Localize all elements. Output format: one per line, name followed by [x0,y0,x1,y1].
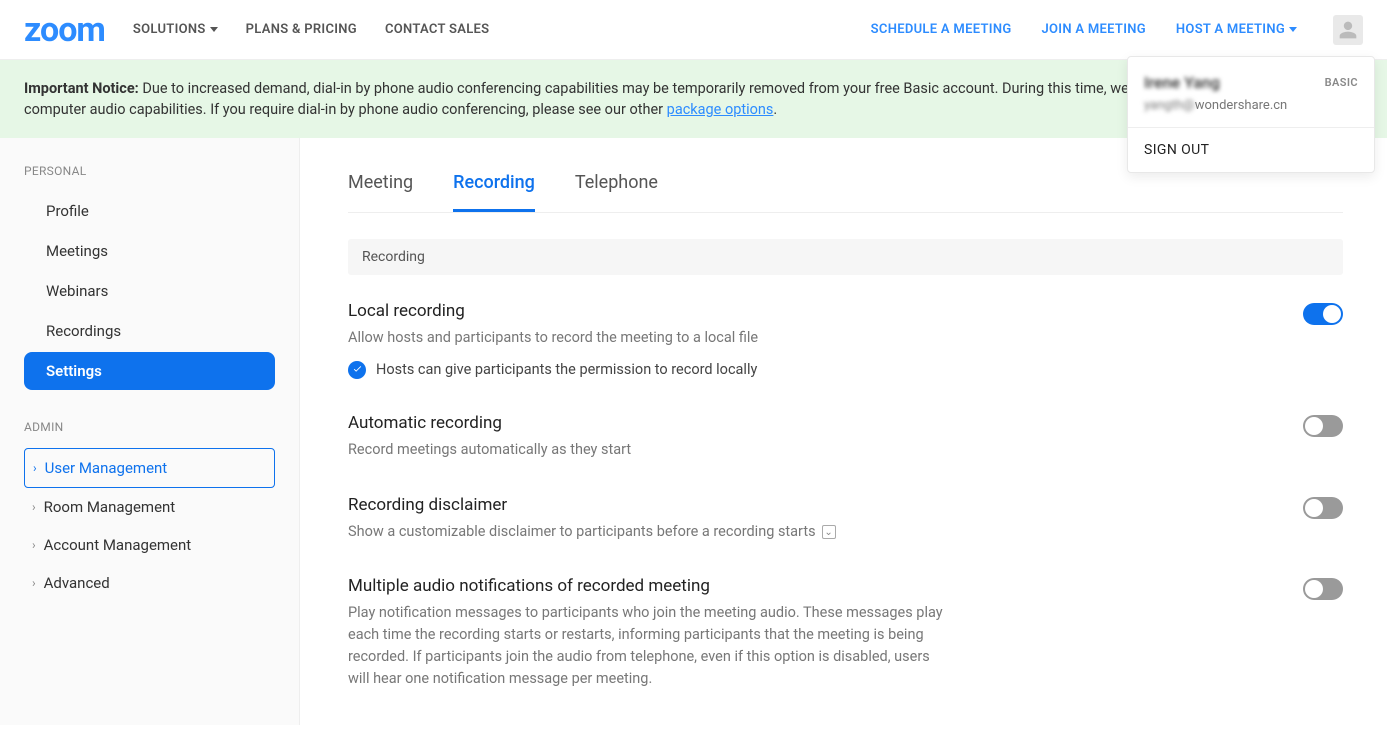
toggle-multiple-audio-notifications[interactable] [1303,578,1343,600]
setting-desc: Allow hosts and participants to record t… [348,327,758,349]
setting-title: Local recording [348,301,758,321]
sidebar-item-user-management[interactable]: ›User Management [24,448,275,488]
section-header-recording: Recording [348,239,1343,275]
avatar[interactable] [1333,15,1363,45]
nav-plans-pricing[interactable]: PLANS & PRICING [246,22,357,37]
notice-link[interactable]: package options [667,101,774,118]
tab-meeting[interactable]: Meeting [348,166,413,212]
tab-recording[interactable]: Recording [453,166,535,212]
user-email: yangth@wondershare.cn [1144,98,1358,113]
user-plan-badge: BASIC [1325,76,1358,89]
nav-right: SCHEDULE A MEETING JOIN A MEETING HOST A… [871,15,1363,45]
chevron-right-icon: › [33,461,37,475]
notice-body2: . [773,101,777,118]
sidebar-item-webinars[interactable]: Webinars [24,272,275,310]
sidebar-item-room-management[interactable]: ›Room Management [24,488,275,526]
toggle-local-recording[interactable] [1303,303,1343,325]
sign-out-button[interactable]: SIGN OUT [1128,128,1374,172]
setting-desc: Play notification messages to participan… [348,602,948,689]
toggle-recording-disclaimer[interactable] [1303,497,1343,519]
sidebar-item-advanced[interactable]: ›Advanced [24,564,275,602]
sub-option-hosts-give-permission[interactable]: Hosts can give participants the permissi… [348,361,758,379]
setting-automatic-recording: Automatic recording Record meetings auto… [348,387,1343,469]
setting-recording-disclaimer: Recording disclaimer Show a customizable… [348,469,1343,551]
sidebar-label-personal: PERSONAL [24,164,275,178]
user-info: Irene Yang BASIC yangth@wondershare.cn [1128,57,1374,128]
chevron-right-icon: › [32,500,36,514]
chevron-down-icon [210,27,218,32]
nav-left: SOLUTIONS PLANS & PRICING CONTACT SALES [133,22,490,37]
chevron-right-icon: › [32,538,36,552]
sidebar-item-settings[interactable]: Settings [24,352,275,390]
tab-telephone[interactable]: Telephone [575,166,658,212]
setting-title: Recording disclaimer [348,495,836,515]
user-name: Irene Yang [1144,73,1220,92]
sidebar-item-profile[interactable]: Profile [24,192,275,230]
setting-title: Automatic recording [348,413,631,433]
chevron-down-icon [1289,27,1297,32]
info-icon[interactable]: ⌄ [822,525,836,539]
nav-solutions[interactable]: SOLUTIONS [133,22,218,37]
chevron-right-icon: › [32,576,36,590]
sidebar-item-account-management[interactable]: ›Account Management [24,526,275,564]
notice-strong: Important Notice: [24,80,139,97]
sidebar-item-meetings[interactable]: Meetings [24,232,275,270]
nav-join-meeting[interactable]: JOIN A MEETING [1041,22,1145,37]
user-icon [1338,20,1358,40]
setting-multiple-audio-notifications: Multiple audio notifications of recorded… [348,550,1343,697]
logo[interactable]: zoom [24,10,105,50]
checkmark-icon [348,361,366,379]
toggle-automatic-recording[interactable] [1303,415,1343,437]
setting-desc: Record meetings automatically as they st… [348,439,631,461]
sidebar: PERSONAL Profile Meetings Webinars Recor… [0,138,300,725]
sidebar-item-recordings[interactable]: Recordings [24,312,275,350]
main-layout: PERSONAL Profile Meetings Webinars Recor… [0,138,1387,725]
setting-desc: Show a customizable disclaimer to partic… [348,521,836,543]
nav-contact-sales[interactable]: CONTACT SALES [385,22,489,37]
top-nav: zoom SOLUTIONS PLANS & PRICING CONTACT S… [0,0,1387,60]
setting-title: Multiple audio notifications of recorded… [348,576,948,596]
nav-schedule-meeting[interactable]: SCHEDULE A MEETING [871,22,1012,37]
nav-host-meeting[interactable]: HOST A MEETING [1176,22,1297,37]
setting-local-recording: Local recording Allow hosts and particip… [348,275,1343,387]
sidebar-label-admin: ADMIN [24,420,275,434]
user-dropdown: Irene Yang BASIC yangth@wondershare.cn S… [1127,56,1375,173]
sub-option-label: Hosts can give participants the permissi… [376,361,757,378]
main-content: Meeting Recording Telephone Recording Lo… [300,138,1387,725]
tabs: Meeting Recording Telephone [348,166,1343,213]
